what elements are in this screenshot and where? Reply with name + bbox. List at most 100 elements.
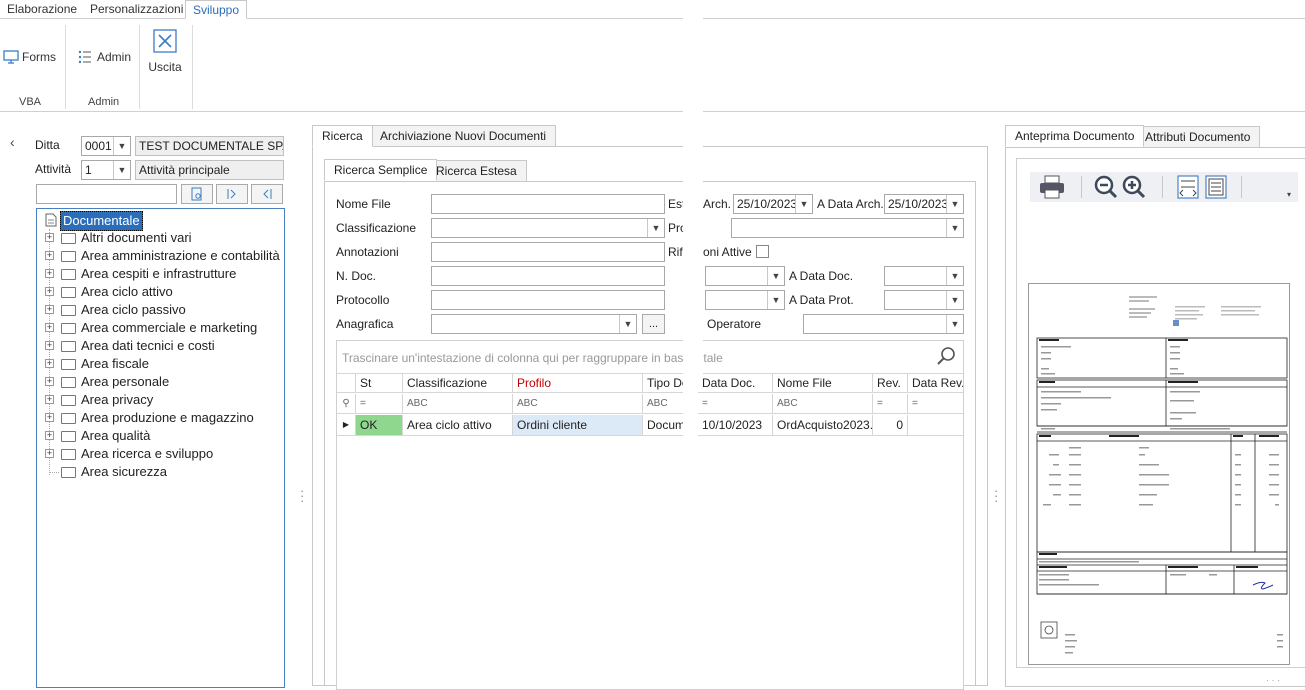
expand-icon[interactable]: +: [45, 395, 54, 404]
tree-expand-button[interactable]: [216, 184, 248, 204]
chevron-down-icon[interactable]: ▼: [946, 315, 963, 333]
expand-icon[interactable]: +: [45, 341, 54, 350]
fit-width-button[interactable]: [1175, 173, 1201, 200]
data-arch-to[interactable]: 25/10/2023 ▼: [884, 194, 964, 214]
filter-data-doc[interactable]: =: [698, 394, 773, 414]
col-header-data-doc[interactable]: Data Doc.: [698, 373, 773, 393]
expand-icon[interactable]: +: [45, 431, 54, 440]
expand-icon[interactable]: +: [45, 287, 54, 296]
tree-search-input[interactable]: [36, 184, 177, 204]
expand-icon[interactable]: +: [45, 377, 54, 386]
chevron-down-icon[interactable]: ▼: [946, 195, 963, 213]
tree-item-label: Area produzione e magazzino: [81, 410, 254, 425]
expand-icon[interactable]: +: [45, 269, 54, 278]
expand-icon[interactable]: +: [45, 359, 54, 368]
chevron-down-icon[interactable]: ▼: [647, 219, 664, 237]
col-header-tipo[interactable]: Tipo Do: [643, 373, 683, 393]
fit-page-icon: [1205, 175, 1227, 198]
tab-archiviazione[interactable]: Archiviazione Nuovi Documenti: [370, 125, 557, 147]
col-header-rev[interactable]: Rev.: [873, 373, 908, 393]
data-prot-from[interactable]: ▼: [705, 290, 785, 310]
row-divider: [698, 435, 963, 436]
forms-button[interactable]: Forms: [3, 50, 56, 64]
print-button[interactable]: [1038, 173, 1066, 200]
anagrafica-select[interactable]: ▼: [431, 314, 637, 334]
row-nome-file[interactable]: OrdAcquisto2023...: [773, 415, 873, 435]
chevron-down-icon[interactable]: ▼: [946, 219, 963, 237]
tab-anteprima[interactable]: Anteprima Documento: [1005, 125, 1145, 147]
filter-rev[interactable]: =: [873, 394, 908, 414]
folder-icon: [61, 359, 76, 370]
tab-ricerca-semplice[interactable]: Ricerca Semplice: [324, 159, 438, 181]
splitter-handle[interactable]: · · ·: [994, 484, 998, 507]
collapse-left-icon[interactable]: ‹: [10, 134, 15, 150]
toolbar-overflow-icon[interactable]: ▾: [1287, 190, 1291, 199]
folder-icon: [61, 413, 76, 424]
expand-icon[interactable]: +: [45, 449, 54, 458]
filter-classificazione[interactable]: ABC: [403, 394, 513, 414]
document-tree[interactable]: Documentale + Altri documenti vari + Area a…: [36, 208, 285, 688]
chevron-down-icon[interactable]: ▼: [795, 195, 812, 213]
row-profilo[interactable]: Ordini cliente: [513, 415, 643, 435]
filter-nome-file[interactable]: ABC: [773, 394, 873, 414]
protocollo-input[interactable]: [431, 290, 665, 310]
row-data-rev[interactable]: [908, 415, 963, 435]
annotazioni-input[interactable]: [431, 242, 665, 262]
revisioni-attive-checkbox[interactable]: [756, 245, 769, 258]
chevron-down-icon[interactable]: ▼: [767, 291, 784, 309]
filter-data-rev[interactable]: =: [908, 394, 963, 414]
chevron-down-icon[interactable]: ▼: [767, 267, 784, 285]
expand-icon[interactable]: +: [45, 323, 54, 332]
data-prot-to[interactable]: ▼: [884, 290, 964, 310]
col-header-nome-file[interactable]: Nome File: [773, 373, 873, 393]
row-data-doc[interactable]: 10/10/2023: [698, 415, 773, 435]
data-doc-to[interactable]: ▼: [884, 266, 964, 286]
row-classificazione[interactable]: Area ciclo attivo: [403, 415, 513, 435]
row-status[interactable]: OK: [356, 415, 403, 435]
col-header-classificazione[interactable]: Classificazione: [403, 373, 513, 393]
tree-collapse-button[interactable]: [251, 184, 283, 204]
splitter-handle[interactable]: · · ·: [300, 484, 304, 507]
fit-page-button[interactable]: [1203, 173, 1229, 200]
profilo-select[interactable]: ▼: [731, 218, 964, 238]
expand-icon[interactable]: +: [45, 305, 54, 314]
uscita-button[interactable]: Uscita: [148, 29, 182, 74]
col-header-st[interactable]: St: [356, 373, 403, 393]
tab-elaborazione[interactable]: Elaborazione: [0, 0, 84, 19]
zoom-in-button[interactable]: [1121, 173, 1147, 200]
expand-icon[interactable]: +: [45, 413, 54, 422]
zoom-out-button[interactable]: [1093, 173, 1119, 200]
search-icon[interactable]: [936, 346, 956, 366]
filter-st[interactable]: =: [356, 394, 403, 414]
chevron-down-icon[interactable]: ▼: [946, 267, 963, 285]
ditta-code-select[interactable]: 0001 ▼: [81, 136, 131, 156]
col-header-data-rev[interactable]: Data Rev.: [908, 373, 963, 393]
anagrafica-browse-button[interactable]: ...: [642, 314, 665, 334]
attivita-code-select[interactable]: 1 ▼: [81, 160, 131, 180]
expand-icon[interactable]: +: [45, 233, 54, 242]
classificazione-select[interactable]: ▼: [431, 218, 665, 238]
chevron-down-icon[interactable]: ▼: [113, 161, 130, 179]
data-doc-from[interactable]: ▼: [705, 266, 785, 286]
col-header-profilo[interactable]: Profilo: [513, 373, 643, 393]
tree-search-button[interactable]: [181, 184, 213, 204]
expand-icon[interactable]: +: [45, 251, 54, 260]
tab-sviluppo[interactable]: Sviluppo: [185, 0, 248, 19]
n-doc-input[interactable]: [431, 266, 665, 286]
tab-personalizzazioni[interactable]: Personalizzazioni: [83, 0, 190, 19]
row-rev[interactable]: 0: [873, 415, 908, 435]
chevron-down-icon[interactable]: ▼: [619, 315, 636, 333]
admin-button[interactable]: Admin: [78, 50, 131, 64]
tab-ricerca-estesa[interactable]: Ricerca Estesa: [426, 160, 527, 182]
operatore-select[interactable]: ▼: [803, 314, 964, 334]
row-tipo[interactable]: Docume: [643, 415, 683, 435]
chevron-down-icon[interactable]: ▼: [946, 291, 963, 309]
tab-attributi[interactable]: Attributi Documento: [1135, 126, 1261, 148]
nome-file-input[interactable]: [431, 194, 665, 214]
filter-tipo[interactable]: ABC: [643, 394, 683, 414]
data-arch-from[interactable]: 25/10/2023 ▼: [733, 194, 813, 214]
filter-profilo[interactable]: ABC: [513, 394, 643, 414]
chevron-down-icon[interactable]: ▼: [113, 137, 130, 155]
tab-ricerca[interactable]: Ricerca: [312, 125, 373, 147]
ditta-name-field: TEST DOCUMENTALE SPA: [135, 136, 284, 156]
